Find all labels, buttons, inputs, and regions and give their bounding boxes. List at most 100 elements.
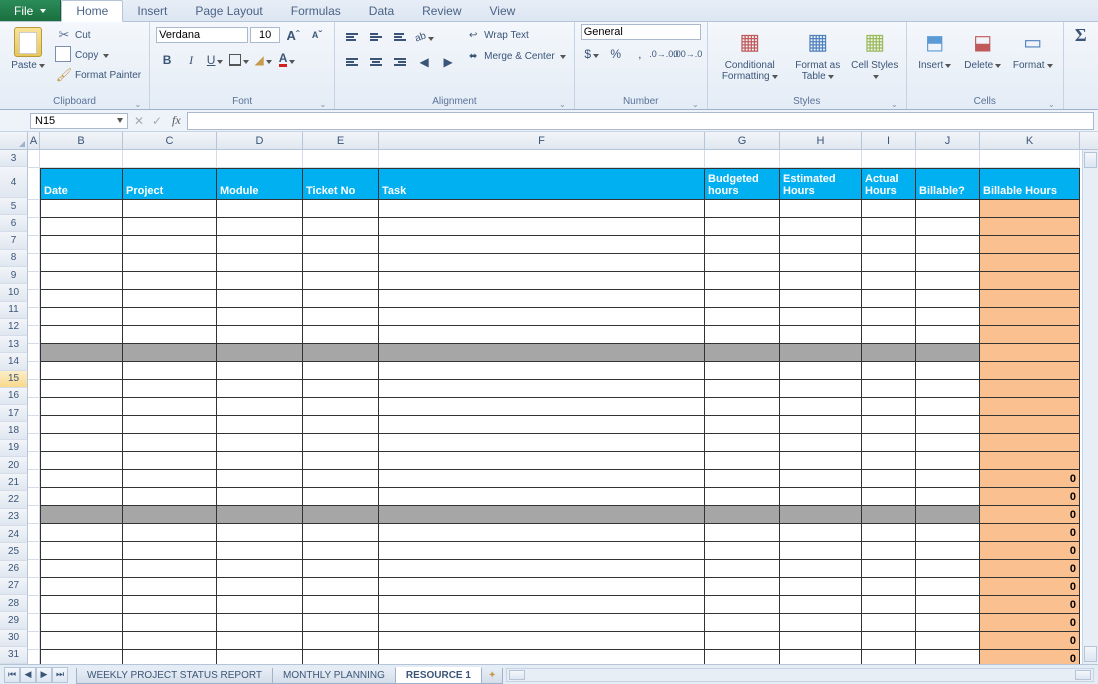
cell[interactable]	[780, 596, 862, 614]
cell[interactable]	[40, 344, 123, 362]
cell[interactable]	[40, 200, 123, 218]
sheet-last-button[interactable]: ⏭	[52, 667, 68, 683]
cell[interactable]	[705, 362, 780, 380]
fx-icon[interactable]: fx	[166, 113, 187, 128]
cell[interactable]	[862, 380, 916, 398]
cell[interactable]	[916, 560, 980, 578]
cell[interactable]	[123, 150, 217, 168]
cell[interactable]	[916, 398, 980, 416]
cell[interactable]	[217, 150, 303, 168]
horizontal-scrollbar[interactable]	[506, 668, 1094, 682]
wrap-text-button[interactable]: ↩Wrap Text	[463, 26, 568, 44]
cell[interactable]	[217, 614, 303, 632]
cell[interactable]	[123, 650, 217, 664]
cell[interactable]	[28, 434, 40, 452]
cell[interactable]	[217, 344, 303, 362]
cell[interactable]	[705, 150, 780, 168]
sheet-tab-resource-1[interactable]: RESOURCE 1	[395, 667, 482, 684]
tab-data[interactable]: Data	[355, 0, 408, 21]
cell[interactable]	[980, 200, 1080, 218]
align-right-button[interactable]	[389, 51, 411, 73]
cell[interactable]	[862, 344, 916, 362]
cell[interactable]	[980, 326, 1080, 344]
cell[interactable]	[123, 488, 217, 506]
cell[interactable]	[980, 254, 1080, 272]
cell[interactable]	[217, 308, 303, 326]
cell[interactable]	[40, 272, 123, 290]
cell[interactable]	[40, 578, 123, 596]
italic-button[interactable]: I	[180, 49, 202, 71]
cell[interactable]	[217, 542, 303, 560]
cell[interactable]	[862, 218, 916, 236]
cell[interactable]	[705, 452, 780, 470]
cell[interactable]	[862, 524, 916, 542]
cell[interactable]	[303, 524, 379, 542]
align-left-button[interactable]	[341, 51, 363, 73]
table-header-cell[interactable]: Module	[217, 168, 303, 200]
cell[interactable]	[303, 470, 379, 488]
cell[interactable]	[40, 308, 123, 326]
sheet-tab-weekly-project-status-report[interactable]: WEEKLY PROJECT STATUS REPORT	[76, 668, 273, 684]
cell[interactable]	[40, 150, 123, 168]
cell[interactable]	[28, 452, 40, 470]
bold-button[interactable]: B	[156, 49, 178, 71]
format-cells-button[interactable]: ▭ Format	[1009, 24, 1057, 71]
cell[interactable]	[303, 488, 379, 506]
increase-indent-button[interactable]: ▶	[437, 51, 459, 73]
cell-styles-button[interactable]: ▦ Cell Styles	[850, 24, 900, 82]
cell[interactable]	[705, 416, 780, 434]
cell[interactable]	[40, 290, 123, 308]
cell[interactable]	[705, 434, 780, 452]
name-box[interactable]: N15	[30, 113, 128, 129]
cell[interactable]: 0	[980, 614, 1080, 632]
cell[interactable]	[916, 362, 980, 380]
cell[interactable]	[40, 362, 123, 380]
cell[interactable]	[780, 218, 862, 236]
decrease-indent-button[interactable]: ◀	[413, 51, 435, 73]
cell[interactable]	[705, 254, 780, 272]
vertical-scrollbar[interactable]	[1082, 150, 1098, 664]
row-header-28[interactable]: 28	[0, 595, 28, 612]
row-header-7[interactable]: 7	[0, 232, 28, 249]
copy-button[interactable]: Copy	[54, 46, 143, 64]
cell[interactable]	[780, 488, 862, 506]
cell[interactable]	[28, 150, 40, 168]
cell[interactable]	[28, 470, 40, 488]
cell[interactable]	[28, 578, 40, 596]
col-header-I[interactable]: I	[862, 132, 916, 149]
cell[interactable]	[780, 416, 862, 434]
cell[interactable]	[123, 542, 217, 560]
font-name-select[interactable]	[156, 27, 248, 43]
row-header-14[interactable]: 14	[0, 353, 28, 370]
table-header-cell[interactable]: Budgeted hours	[705, 168, 780, 200]
cell[interactable]	[28, 362, 40, 380]
cell[interactable]	[780, 290, 862, 308]
cell[interactable]	[303, 290, 379, 308]
cell[interactable]	[862, 506, 916, 524]
cell[interactable]	[123, 524, 217, 542]
cell[interactable]	[28, 506, 40, 524]
cancel-formula-button[interactable]: ✕	[130, 112, 148, 130]
cell[interactable]	[780, 272, 862, 290]
row-header-19[interactable]: 19	[0, 440, 28, 457]
cell[interactable]	[379, 614, 705, 632]
cell[interactable]: 0	[980, 524, 1080, 542]
currency-button[interactable]: $	[581, 43, 603, 65]
cell[interactable]	[123, 200, 217, 218]
cell[interactable]	[28, 560, 40, 578]
cell[interactable]	[28, 632, 40, 650]
table-header-cell[interactable]: Actual Hours	[862, 168, 916, 200]
cell[interactable]	[40, 236, 123, 254]
cell[interactable]	[916, 488, 980, 506]
cell[interactable]	[28, 326, 40, 344]
cell[interactable]	[379, 542, 705, 560]
cell[interactable]	[28, 488, 40, 506]
cell[interactable]	[862, 434, 916, 452]
cell[interactable]	[862, 578, 916, 596]
cell[interactable]	[980, 290, 1080, 308]
cell[interactable]	[40, 614, 123, 632]
cell[interactable]	[916, 200, 980, 218]
cell[interactable]	[916, 452, 980, 470]
cell[interactable]	[40, 488, 123, 506]
autosum-button[interactable]: Σ	[1070, 24, 1092, 46]
